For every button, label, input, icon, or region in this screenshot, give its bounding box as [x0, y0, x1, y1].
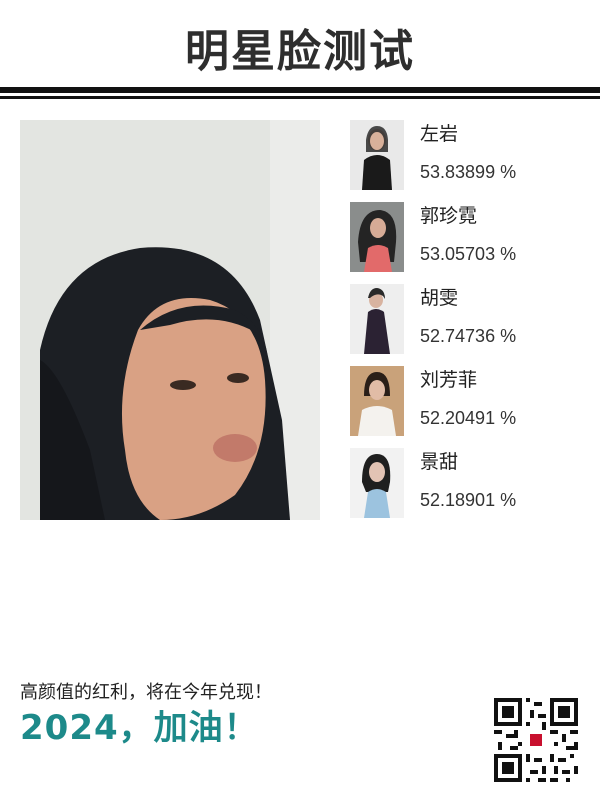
celebrity-name: 景甜 [420, 451, 459, 473]
match-item: 胡雯 52.74736 % [350, 284, 580, 366]
user-photo [20, 120, 320, 520]
match-list: 左岩 53.83899 % 郭珍霓 53.05703 % 胡雯 52.74736… [350, 120, 580, 530]
page-title: 明星脸测试 [185, 26, 415, 77]
header-divider-thick [0, 87, 600, 93]
celebrity-thumbnail [350, 202, 404, 272]
celebrity-thumbnail [350, 284, 404, 354]
header-divider-thin [0, 96, 600, 99]
match-item: 刘芳菲 52.20491 % [350, 366, 580, 448]
similarity-score: 53.05703 % [420, 244, 517, 264]
similarity-score: 52.20491 % [420, 408, 517, 428]
match-item: 郭珍霓 53.05703 % [350, 202, 580, 284]
celebrity-thumbnail [350, 120, 404, 190]
celebrity-name: 刘芳菲 [420, 369, 478, 391]
celebrity-name: 左岩 [420, 123, 459, 145]
slogan-text: 高颜值的红利，将在今年兑现！ [20, 682, 272, 703]
match-item: 景甜 52.18901 % [350, 448, 580, 530]
match-item: 左岩 53.83899 % [350, 120, 580, 202]
celebrity-thumbnail [350, 448, 404, 518]
similarity-score: 52.74736 % [420, 326, 517, 346]
celebrity-name: 胡雯 [420, 287, 459, 309]
similarity-score: 52.18901 % [420, 490, 517, 510]
celebrity-thumbnail [350, 366, 404, 436]
qr-code [494, 698, 578, 782]
celebrity-name: 郭珍霓 [420, 205, 478, 227]
cheer-text: 2024，加油！ [20, 708, 259, 748]
similarity-score: 53.83899 % [420, 162, 517, 182]
